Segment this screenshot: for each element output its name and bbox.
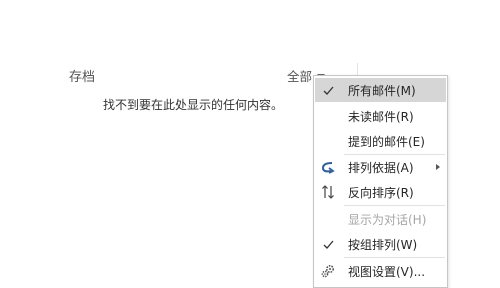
menu-item-label: 所有邮件(M) bbox=[348, 83, 416, 98]
menu-item-label: 视图设置(V)... bbox=[348, 264, 426, 279]
submenu-arrow-icon bbox=[436, 164, 440, 170]
checkmark-icon bbox=[315, 232, 341, 256]
menu-item-group-by[interactable]: 按组排列(W) bbox=[315, 232, 446, 256]
menu-item-show-as-conversations: 显示为对话(H) bbox=[315, 207, 446, 231]
arrange-by-icon bbox=[315, 155, 341, 179]
menu-item-label: 显示为对话(H) bbox=[348, 212, 427, 227]
menu-separator bbox=[344, 257, 445, 258]
menu-item-unread[interactable]: 未读邮件(R) bbox=[315, 104, 446, 128]
menu-item-arrange-by[interactable]: 排列依据(A) bbox=[315, 155, 446, 179]
filter-menu: 所有邮件(M) 未读邮件(R) 提到的邮件(E) 排列依据(A) 反向排序(R)… bbox=[313, 75, 448, 288]
menu-separator bbox=[344, 205, 445, 206]
menu-item-all-mail[interactable]: 所有邮件(M) bbox=[315, 78, 446, 102]
view-settings-icon bbox=[315, 259, 341, 283]
menu-item-label: 反向排序(R) bbox=[348, 185, 414, 200]
menu-item-label: 提到的邮件(E) bbox=[348, 134, 425, 149]
menu-item-label: 按组排列(W) bbox=[348, 237, 418, 252]
menu-item-mentioned[interactable]: 提到的邮件(E) bbox=[315, 129, 446, 153]
reverse-sort-icon bbox=[315, 180, 341, 204]
menu-item-label: 未读邮件(R) bbox=[348, 109, 414, 124]
checkmark-icon bbox=[315, 78, 341, 102]
filter-label: 全部 bbox=[287, 69, 313, 84]
empty-folder-message: 找不到要在此处显示的任何内容。 bbox=[103, 98, 284, 112]
menu-item-view-settings[interactable]: 视图设置(V)... bbox=[315, 259, 446, 283]
menu-item-label: 排列依据(A) bbox=[348, 160, 414, 175]
folder-title: 存档 bbox=[69, 70, 96, 85]
menu-item-reverse-sort[interactable]: 反向排序(R) bbox=[315, 180, 446, 204]
